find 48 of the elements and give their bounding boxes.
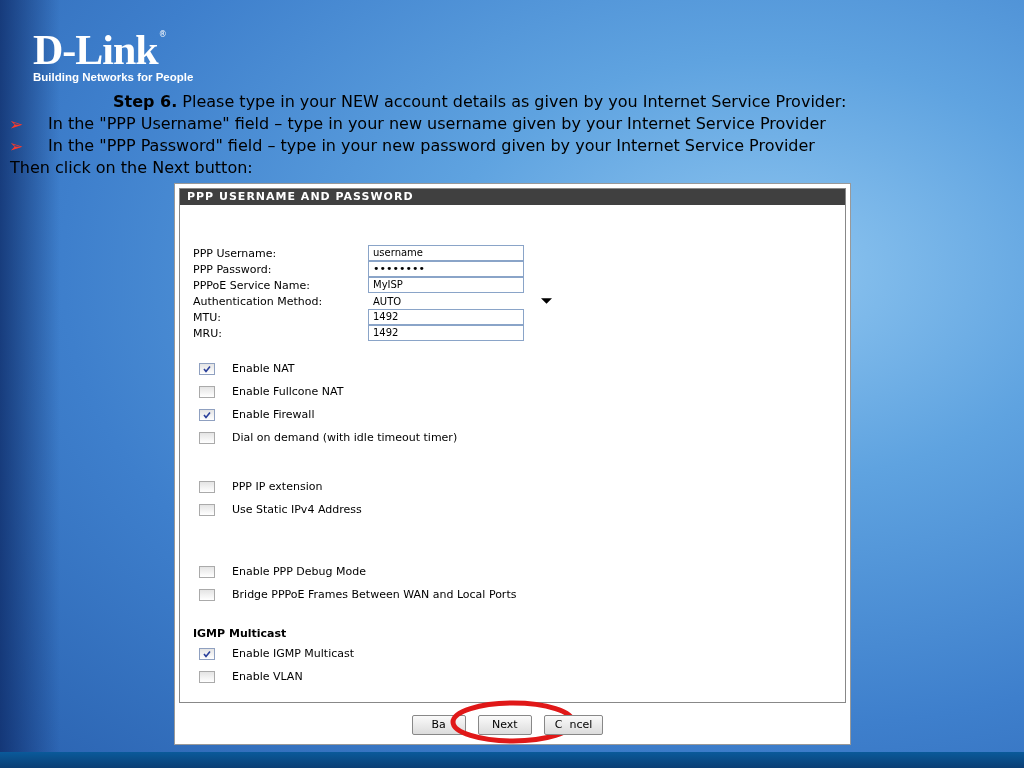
checkmark-icon xyxy=(202,409,212,420)
checkbox-label: Enable Fullcone NAT xyxy=(232,385,344,398)
logo-wordmark: D-Link xyxy=(33,30,158,70)
checkbox[interactable] xyxy=(199,565,215,578)
input-field[interactable]: MyISP xyxy=(368,277,524,293)
bullet-arrow: ➢ xyxy=(9,113,25,135)
field-label: Authentication Method: xyxy=(193,294,324,308)
bullet-text: In the "PPP Password" field – type in your new password given by your Internet Service Provider xyxy=(48,135,815,157)
logo-tagline: Building Networks for People xyxy=(33,71,195,83)
checkbox-label: Enable IGMP Multicast xyxy=(232,647,355,660)
checkbox-label: Enable Firewall xyxy=(232,408,315,421)
checkbox[interactable] xyxy=(199,670,215,683)
field-label: PPP Password: xyxy=(193,262,273,276)
section-header: PPP USERNAME AND PASSWORD xyxy=(180,189,845,205)
checkmark-icon xyxy=(202,648,212,659)
checkbox-label: PPP IP extension xyxy=(232,480,323,493)
input-field[interactable]: 1492 xyxy=(368,309,524,325)
checkbox[interactable] xyxy=(199,647,215,660)
instruction-text: Step 6. Please type in your NEW account details as given by you Internet Service Provider: xyxy=(113,91,848,113)
field-label: MTU: xyxy=(193,310,222,324)
group-heading: IGMP Multicast xyxy=(193,626,288,642)
checkbox[interactable] xyxy=(199,431,215,444)
field-label: MRU: xyxy=(193,326,223,340)
checkbox-label: Dial on demand (with idle timeout timer) xyxy=(232,431,458,444)
checkbox[interactable] xyxy=(199,385,215,398)
caret-icon xyxy=(541,298,552,304)
form-button[interactable]: C ncel xyxy=(543,714,604,735)
form-button[interactable]: Next xyxy=(477,714,532,735)
bullet-arrow: ➢ xyxy=(9,135,25,157)
checkbox[interactable] xyxy=(199,408,215,421)
checkbox[interactable] xyxy=(199,480,215,493)
field-label: PPP Username: xyxy=(193,246,278,260)
checkbox-label: Enable VLAN xyxy=(232,670,303,683)
input-field[interactable]: username xyxy=(368,245,524,261)
checkmark-icon xyxy=(202,363,212,374)
checkbox[interactable] xyxy=(199,503,215,516)
checkbox-label: Use Static IPv4 Address xyxy=(232,503,362,516)
input-field[interactable]: 1492 xyxy=(368,325,524,341)
registered-mark: ® xyxy=(158,30,167,39)
checkbox-label: Bridge PPPoE Frames Between WAN and Local Ports xyxy=(232,588,517,601)
checkbox[interactable] xyxy=(199,362,215,375)
checkbox[interactable] xyxy=(199,588,215,601)
instruction-text: Then click on the Next button: xyxy=(10,157,254,179)
password-field[interactable]: •••••••• xyxy=(368,261,524,277)
checkbox-label: Enable PPP Debug Mode xyxy=(232,565,366,578)
field-label: PPPoE Service Name: xyxy=(193,278,311,292)
checkbox-label: Enable NAT xyxy=(232,362,295,375)
bullet-text: In the "PPP Username" field – type in your new username given by your Internet Service Provider xyxy=(48,113,826,135)
